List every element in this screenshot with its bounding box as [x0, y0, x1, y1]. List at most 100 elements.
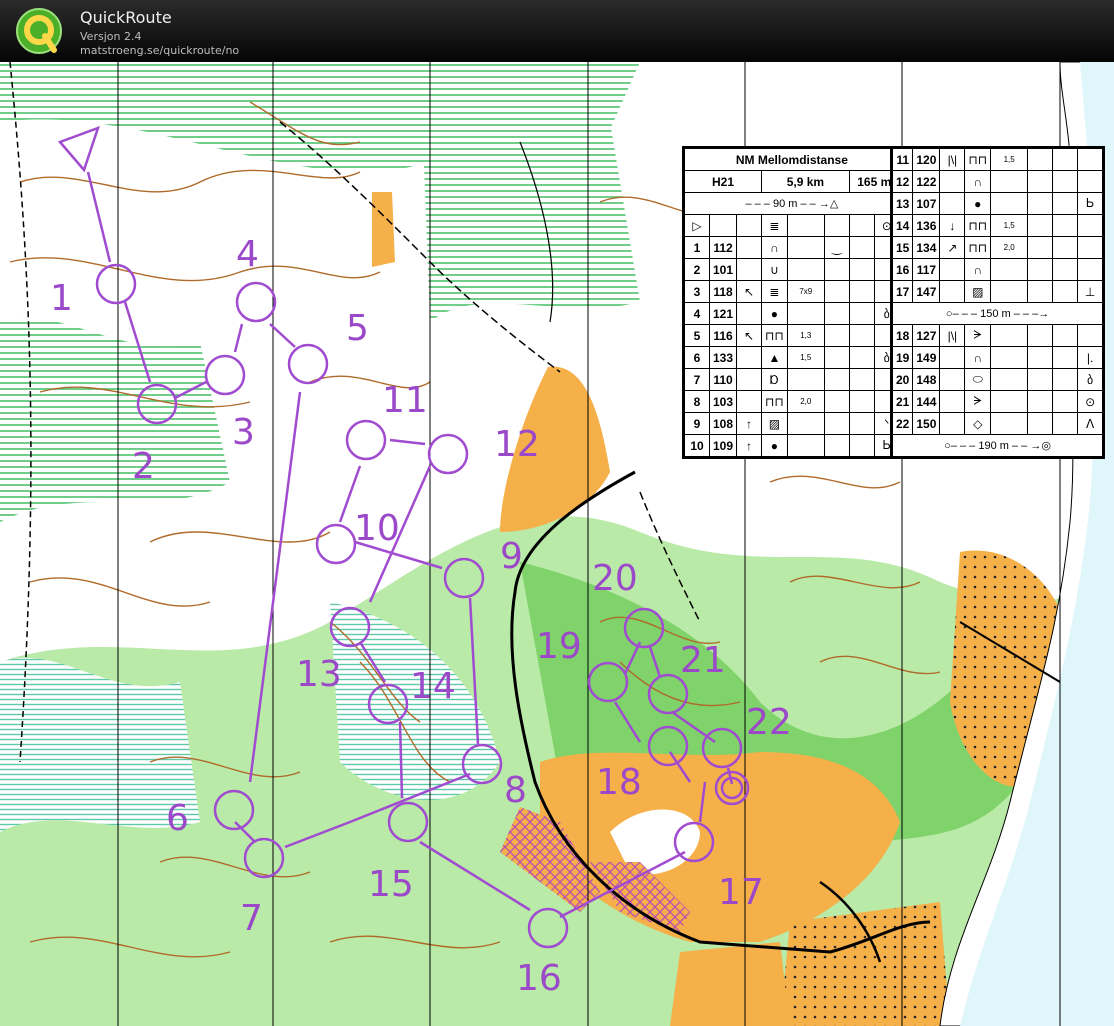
dimension-cell: 1,3 [786, 324, 825, 347]
control-number-cell: 15 [891, 236, 914, 259]
dimension-cell: 1,5 [990, 148, 1029, 171]
control-number: 4 [236, 234, 259, 275]
direction-cell [939, 280, 966, 303]
control-number-cell: 6 [684, 346, 710, 369]
description-row: 10 109 ↑ ● Ꮟ [684, 434, 900, 457]
dimension-cell: 1,5 [990, 214, 1029, 237]
control-number-cell: 10 [684, 434, 710, 457]
feature-cell: ∩ [761, 236, 788, 259]
event-name: NM Mellomdistanse [684, 148, 900, 171]
dimension-cell [990, 324, 1029, 347]
control-number: 3 [232, 412, 255, 453]
dimension-cell [786, 434, 825, 457]
dimension-cell [786, 302, 825, 325]
description-row: 17 147 ▨ ⊥ [891, 280, 1104, 303]
appearance-cell [1027, 390, 1054, 413]
app-version: Versjon 2.4 [80, 30, 142, 43]
feature-cell: ∪ [761, 258, 788, 281]
control-number: 21 [680, 640, 726, 681]
appearance-cell [1027, 280, 1054, 303]
feature-cell: ᗒ [964, 324, 992, 347]
direction-cell: ↓ [939, 214, 966, 237]
description-row: 1 112 ∩ ‿ [684, 236, 900, 259]
start-leg-length: 90 m [772, 198, 798, 210]
control-number: 22 [746, 702, 792, 743]
dimension-cell [990, 390, 1029, 413]
feature-cell: ▨ [964, 280, 992, 303]
appearance-cell [1027, 192, 1054, 215]
control-number: 16 [516, 958, 562, 999]
dimension-cell: 2,0 [990, 236, 1029, 259]
description-row: 11 120 |\| ⊓⊓ 1,5 [891, 148, 1104, 171]
direction-cell [939, 390, 966, 413]
direction-cell [736, 302, 763, 325]
control-code-cell: 150 [912, 412, 941, 435]
blank-cell [1052, 412, 1079, 435]
blank-cell [848, 302, 875, 325]
location-cell: ⊥ [1077, 280, 1104, 303]
control-number-cell: 9 [684, 412, 710, 435]
appearance-cell [1027, 170, 1054, 193]
direction-cell [736, 258, 763, 281]
dimension-cell [990, 346, 1029, 369]
course-class: H21 [683, 170, 763, 193]
control-number-cell: 21 [891, 390, 914, 413]
blank-cell [848, 368, 875, 391]
control-number-cell: 13 [891, 192, 914, 215]
appearance-cell: ‿ [823, 236, 850, 259]
app-url: matstroeng.se/quickroute/no [80, 44, 240, 57]
feature-cell: ᗒ [964, 390, 992, 413]
direction-cell [939, 258, 966, 281]
control-code-cell: 120 [912, 148, 941, 171]
control-number-cell: 5 [684, 324, 710, 347]
direction-cell [939, 412, 966, 435]
dimension-cell: 1,5 [786, 346, 825, 369]
blank-cell [1052, 214, 1079, 237]
location-cell [1077, 236, 1104, 259]
description-row: 3 118 ↖ ≣ 7x9 [684, 280, 900, 303]
description-row: 21 144 ᗒ ⊙ [891, 390, 1104, 413]
appearance-cell [1027, 346, 1054, 369]
control-number: 20 [592, 558, 638, 599]
app-title: QuickRoute [80, 8, 172, 27]
feature-cell: ▨ [761, 412, 788, 435]
control-number: 6 [166, 798, 189, 839]
feature-cell: ⬭ [964, 368, 992, 391]
blank-cell [1052, 346, 1079, 369]
dimension-cell [990, 368, 1029, 391]
description-row: 9 108 ↑ ▨ ᐠ [684, 412, 900, 435]
feature-cell: Ɒ [761, 368, 788, 391]
control-code-cell: 110 [708, 368, 738, 391]
description-row: 16 117 ∩ [891, 258, 1104, 281]
blank-cell [848, 412, 875, 435]
control-number: 13 [296, 654, 342, 695]
blank-cell [1052, 258, 1079, 281]
location-cell: ᐱ [1077, 412, 1104, 435]
start-leg-line: – – – [745, 198, 773, 210]
feature-cell: ∩ [964, 258, 992, 281]
control-code-cell: 109 [708, 434, 738, 457]
blank-cell [1052, 390, 1079, 413]
dimension-cell [990, 192, 1029, 215]
blank-cell [1052, 236, 1079, 259]
start-triangle-icon: ▷ [684, 214, 710, 237]
control-number: 7 [240, 898, 263, 939]
feature-cell: ● [964, 192, 992, 215]
feature-cell: ◇ [964, 412, 992, 435]
control-code-cell: 121 [708, 302, 738, 325]
control-number-cell: 19 [891, 346, 914, 369]
appearance-cell [1027, 368, 1054, 391]
description-row: 19 149 ∩ |. [891, 346, 1104, 369]
feature-cell: ⊓⊓ [761, 390, 788, 413]
description-row: 14 136 ↓ ⊓⊓ 1,5 [891, 214, 1104, 237]
blank-cell [1052, 170, 1079, 193]
dimension-cell [990, 280, 1029, 303]
orienteering-map[interactable]: 1 2 3 4 5 6 7 8 9 10 11 12 13 14 15 16 1… [0, 62, 1114, 1026]
blank-cell [1052, 280, 1079, 303]
quickroute-logo-icon [16, 8, 62, 54]
description-row: 6 133 ▲ 1,5 ბ [684, 346, 900, 369]
control-description-left: NM Mellomdistanse H21 5,9 km 165 m – – –… [682, 146, 902, 459]
control-number: 17 [718, 872, 764, 913]
control-code-cell: 149 [912, 346, 941, 369]
leg-finish-start: ○– – – [944, 440, 979, 452]
